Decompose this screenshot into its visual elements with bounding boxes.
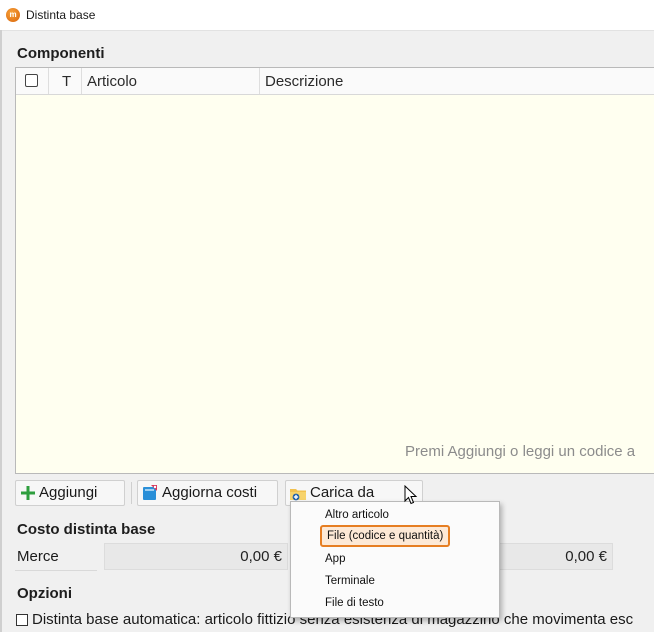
select-all-checkbox[interactable] xyxy=(25,74,38,87)
cost-section-title: Costo distinta base xyxy=(17,521,156,538)
menu-item-other-article[interactable]: Altro articolo xyxy=(325,509,389,521)
column-header-article[interactable]: Articolo xyxy=(87,73,137,90)
toolbar-separator xyxy=(131,482,132,504)
load-from-button-label: Carica da xyxy=(310,484,375,501)
folder-add-icon xyxy=(290,489,306,501)
window-title: Distinta base xyxy=(26,8,96,22)
app-logo-icon: m xyxy=(6,8,20,22)
load-from-menu: Altro articolo File (codice e quantità) … xyxy=(290,501,500,618)
column-separator xyxy=(81,68,82,94)
update-costs-button-label: Aggiorna costi xyxy=(162,484,258,501)
add-button[interactable]: Aggiungi xyxy=(15,480,125,506)
menu-item-app[interactable]: App xyxy=(325,553,345,565)
mouse-cursor-icon xyxy=(404,485,418,505)
column-separator xyxy=(48,68,49,94)
goods-label-underline xyxy=(15,570,97,571)
add-button-label: Aggiungi xyxy=(39,484,98,501)
automatic-bom-checkbox[interactable] xyxy=(16,614,28,626)
menu-item-text-file[interactable]: File di testo xyxy=(325,597,384,609)
components-section-title: Componenti xyxy=(17,45,105,62)
goods-value-field: 0,00 € xyxy=(104,543,288,570)
window-border xyxy=(0,30,2,632)
column-header-type[interactable]: T xyxy=(62,73,71,90)
components-grid[interactable]: T Articolo Descrizione Premi Aggiungi o … xyxy=(15,67,654,474)
second-value: 0,00 € xyxy=(565,548,607,565)
price-tag-icon xyxy=(143,485,157,500)
plus-icon xyxy=(21,486,35,500)
menu-item-terminal[interactable]: Terminale xyxy=(325,575,375,587)
grid-placeholder: Premi Aggiungi o leggi un codice a xyxy=(405,443,636,460)
title-bar: m Distinta base xyxy=(0,0,654,31)
menu-item-file-code-quantity[interactable]: File (codice e quantità) xyxy=(320,525,451,547)
update-costs-button[interactable]: Aggiorna costi xyxy=(137,480,278,506)
goods-label: Merce xyxy=(17,548,59,565)
column-separator xyxy=(259,68,260,94)
grid-header: T Articolo Descrizione xyxy=(16,68,654,95)
column-header-description[interactable]: Descrizione xyxy=(265,73,343,90)
goods-value: 0,00 € xyxy=(240,548,282,565)
options-section-title: Opzioni xyxy=(17,585,72,602)
